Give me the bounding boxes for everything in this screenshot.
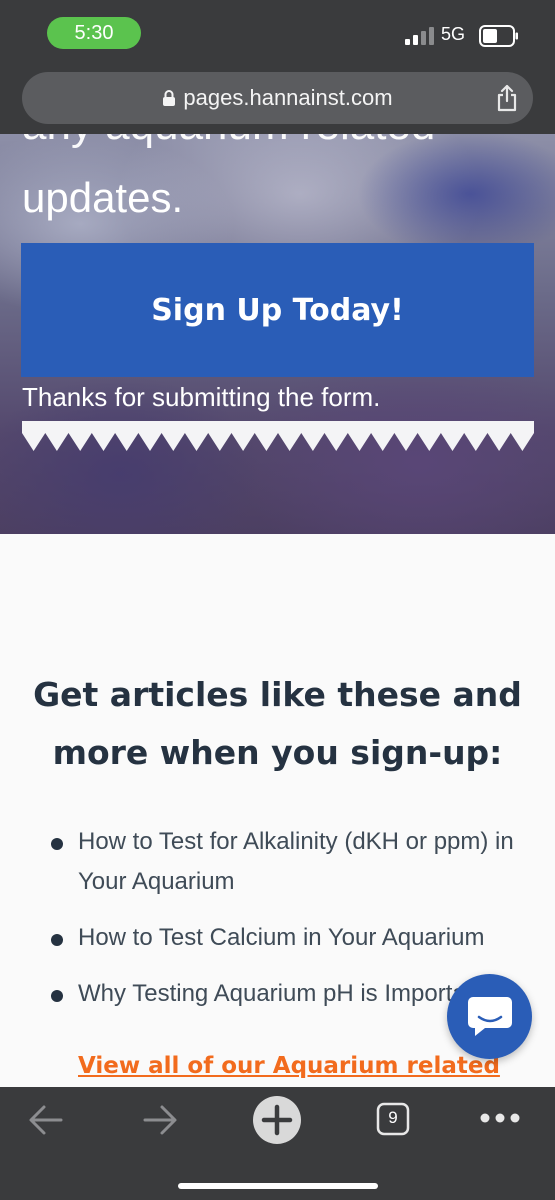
view-all-articles-link[interactable]: View all of our Aquarium related [78,1053,500,1079]
form-thanks-message: Thanks for submitting the form. [22,382,381,412]
tabs-button[interactable]: 9 [376,1102,410,1136]
lock-icon [163,90,176,106]
more-icon[interactable] [479,1112,521,1124]
browser-top-chrome: 5:30 5G pages.hannainst.com [0,0,555,134]
article-title: How to Test Calcium in Your Aquarium [78,924,485,951]
share-icon[interactable] [495,84,519,112]
article-title: How to Test for Alkalinity (dKH or ppm) … [78,828,514,895]
url-bar[interactable]: pages.hannainst.com [22,72,533,124]
network-type: 5G [441,24,466,44]
forward-arrow-icon[interactable] [141,1102,179,1138]
bullet [51,990,63,1002]
chat-button[interactable] [447,974,532,1059]
hero-updates-text: updates. [22,174,184,221]
signal-icon [405,27,434,45]
url-text: pages.hannainst.com [183,85,393,110]
tab-count: 9 [388,1108,398,1127]
hero-section: any aquarium related updates. Sign Up To… [0,134,555,534]
zigzag-divider [22,421,534,451]
new-tab-icon[interactable] [252,1095,302,1145]
back-arrow-icon[interactable] [27,1102,65,1138]
status-time: 5:30 [47,17,141,49]
browser-toolbar: 9 [0,1087,555,1200]
signup-benefits-headline: Get articles like these and more when yo… [33,675,522,772]
chat-icon [468,997,512,1036]
list-item: How to Test Calcium in Your Aquarium [51,918,528,958]
article-title: Why Testing Aquarium pH is Important [78,980,486,1007]
bullet [51,934,63,946]
home-indicator [178,1183,378,1189]
battery-icon [479,25,518,47]
bullet [51,838,63,850]
hero-partial-text: any aquarium related [22,134,435,150]
list-item: How to Test for Alkalinity (dKH or ppm) … [51,822,528,902]
signup-button[interactable]: Sign Up Today! [21,243,534,377]
